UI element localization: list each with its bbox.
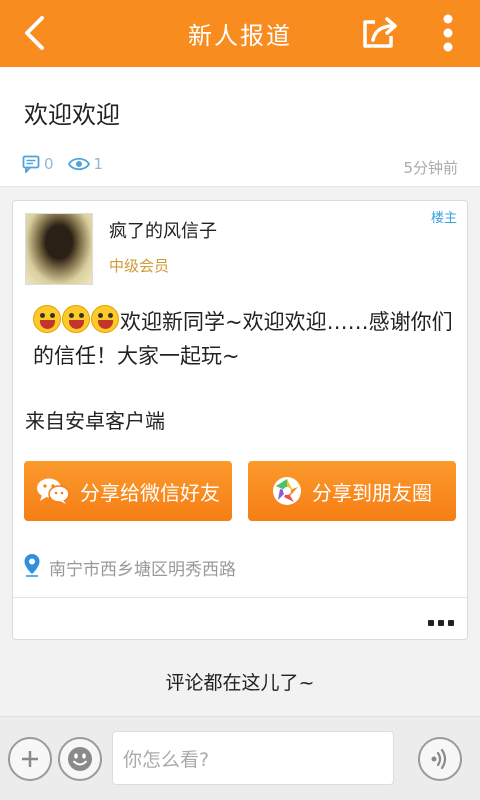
post-card: 疯了的风信子 中级会员 楼主 欢迎新同学~欢迎欢迎……感谢你们的信任！大家一起玩…	[12, 200, 468, 640]
location-text: 南宁市西乡塘区明秀西路	[49, 560, 236, 580]
avatar[interactable]	[25, 213, 93, 285]
share-icon	[363, 17, 397, 48]
comment-count: 0	[44, 155, 54, 173]
comments-hint: 评论都在这儿了~	[165, 672, 315, 694]
username[interactable]: 疯了的风信子	[109, 217, 217, 243]
top-bar: 新人报道	[0, 0, 480, 67]
divider	[13, 597, 467, 598]
laughing-emoji-icon	[33, 305, 61, 333]
add-button[interactable]	[8, 737, 52, 781]
view-icon	[67, 157, 90, 171]
bottom-input-bar: 你怎么看?	[0, 716, 480, 800]
plus-icon	[22, 751, 38, 767]
location-pin-icon	[24, 554, 40, 577]
member-level: 中级会员	[109, 257, 170, 275]
comment-icon	[22, 155, 40, 173]
share-wechat-label: 分享给微信好友	[80, 480, 220, 505]
moments-icon	[273, 477, 301, 505]
share-wechat-button[interactable]: 分享给微信好友	[24, 461, 232, 521]
voice-icon	[431, 748, 447, 770]
smiley-icon	[68, 747, 92, 771]
view-count: 1	[93, 155, 104, 173]
more-horizontal-icon	[428, 620, 454, 626]
owner-tag: 楼主	[430, 211, 457, 226]
share-button[interactable]	[356, 12, 404, 54]
post-time: 5分钟前	[403, 159, 458, 177]
laughing-emoji-icon	[62, 305, 90, 333]
post-stats: 0 1	[22, 155, 117, 173]
post-more-button[interactable]	[427, 613, 455, 632]
share-moments-button[interactable]: 分享到朋友圈	[248, 461, 456, 521]
voice-button[interactable]	[418, 737, 462, 781]
more-options-button[interactable]	[428, 8, 468, 58]
emoji-button[interactable]	[58, 737, 102, 781]
post-title: 欢迎欢迎	[24, 101, 120, 129]
share-moments-label: 分享到朋友圈	[312, 480, 432, 505]
post-source: 来自安卓客户端	[25, 409, 165, 433]
laughing-emoji-icon	[91, 305, 119, 333]
comment-input[interactable]: 你怎么看?	[112, 731, 394, 785]
post-summary: 欢迎欢迎 0 1 5分钟前	[0, 67, 480, 187]
location: 南宁市西乡塘区明秀西路	[23, 553, 236, 582]
wechat-icon	[37, 478, 70, 504]
page-title: 新人报道	[188, 22, 292, 50]
back-button[interactable]	[14, 12, 54, 54]
back-arrow-icon	[25, 16, 44, 50]
more-vertical-icon	[443, 14, 453, 52]
post-content: 欢迎新同学~欢迎欢迎……感谢你们的信任！大家一起玩~	[33, 305, 453, 373]
